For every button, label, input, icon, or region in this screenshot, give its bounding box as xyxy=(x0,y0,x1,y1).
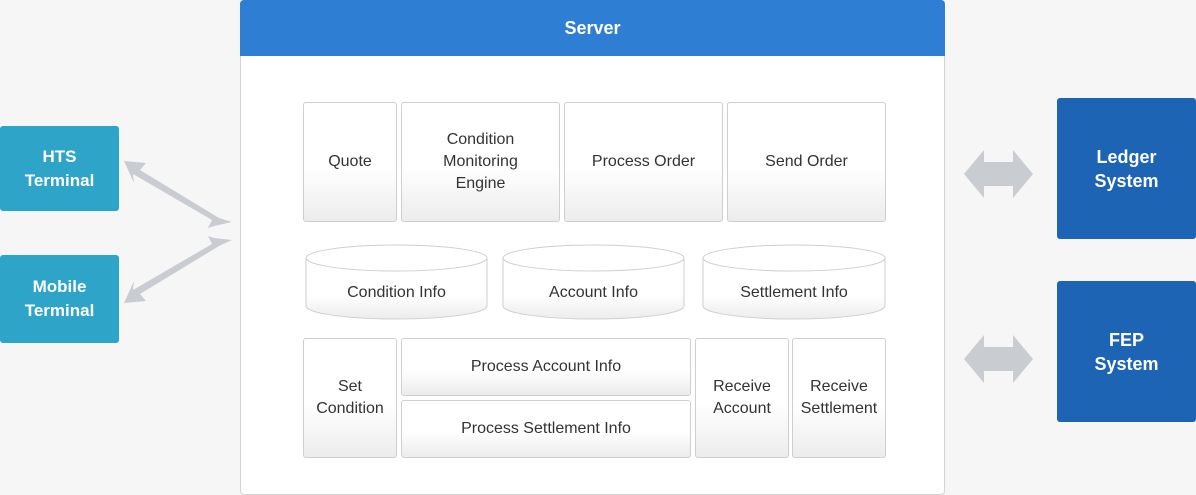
hts-to-server-arrow xyxy=(124,161,232,228)
condition-info-label: Condition Info xyxy=(347,284,446,301)
diagram-graphics xyxy=(124,150,1033,383)
condition-info-db xyxy=(305,244,488,320)
mobile-to-server-arrow xyxy=(124,236,232,303)
settlement-info-db xyxy=(702,244,886,320)
fep-double-arrow xyxy=(964,335,1033,383)
settlement-info-label: Settlement Info xyxy=(740,284,848,301)
account-info-db xyxy=(502,244,685,320)
ledger-double-arrow xyxy=(964,150,1033,198)
account-info-label: Account Info xyxy=(549,284,638,301)
